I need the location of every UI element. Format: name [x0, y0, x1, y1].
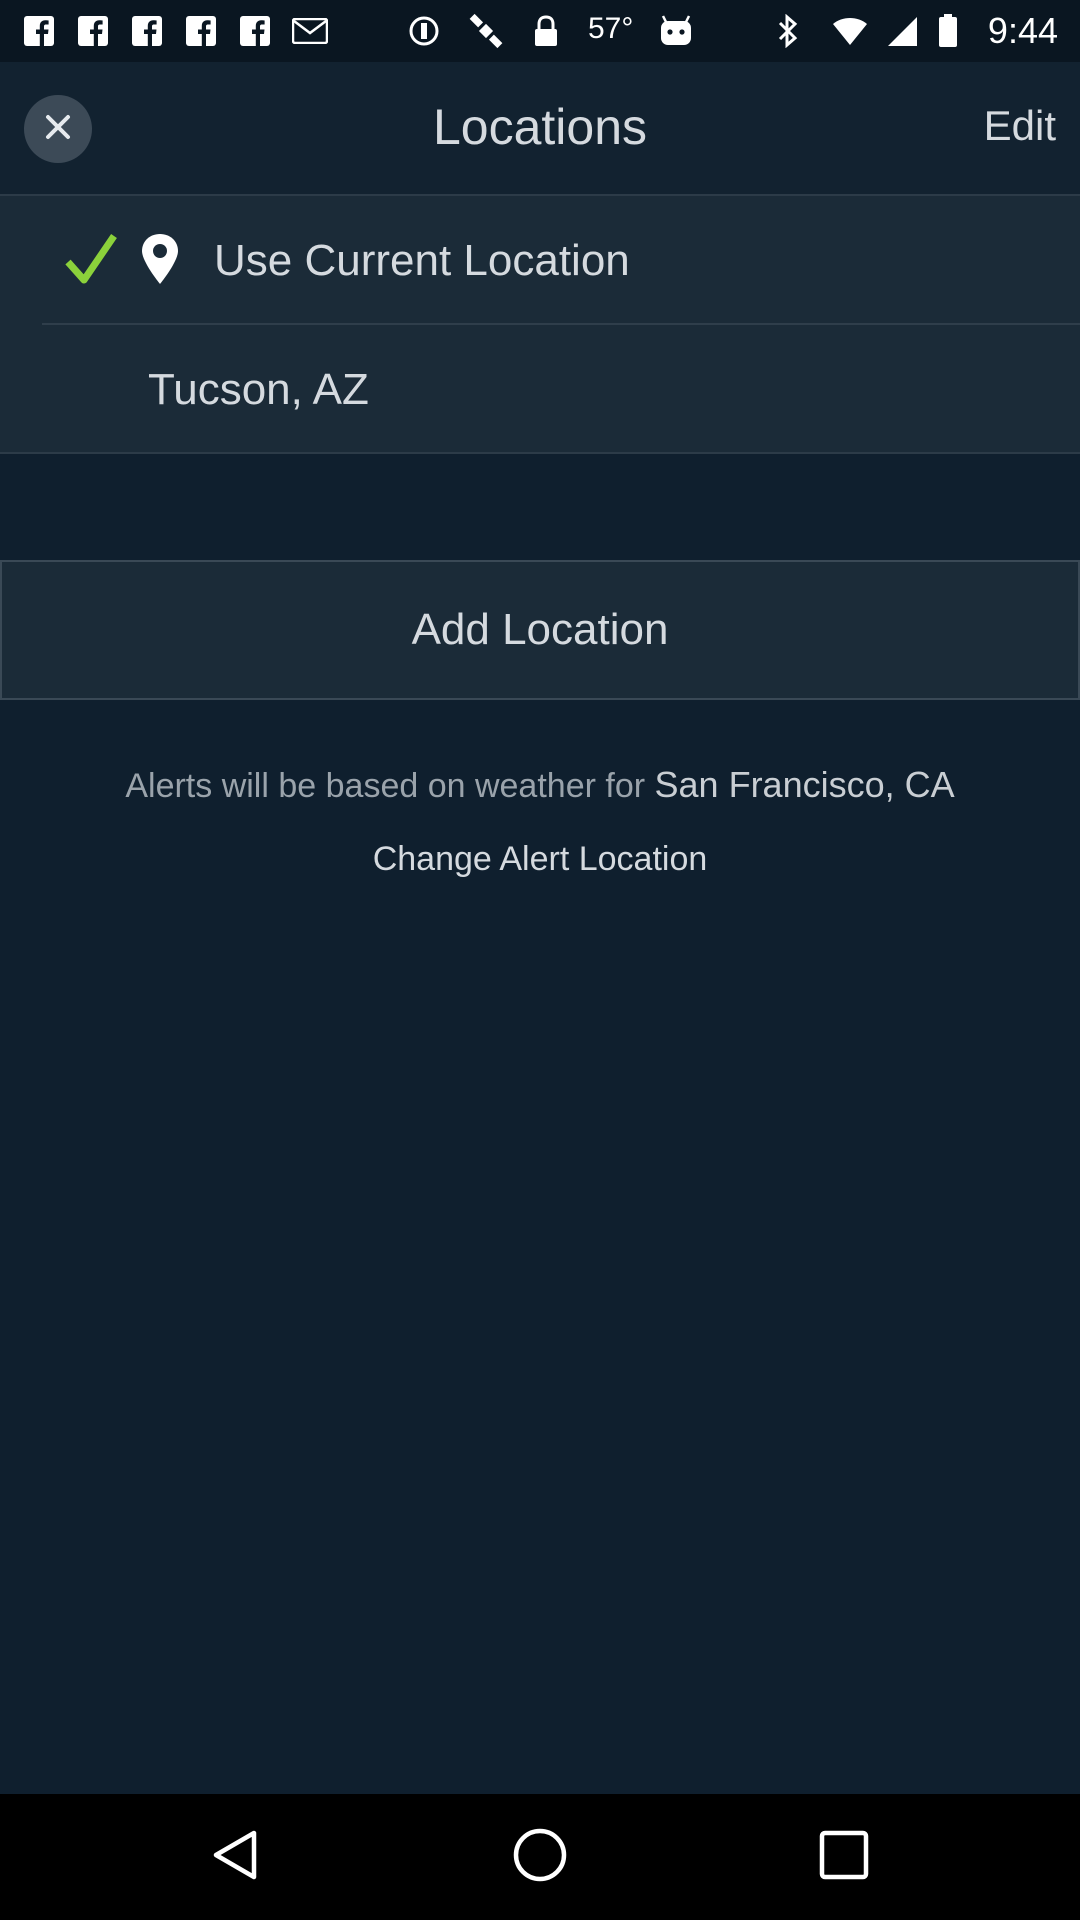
back-triangle-icon	[208, 1827, 264, 1888]
nav-recents-button[interactable]	[808, 1821, 880, 1893]
location-row-current[interactable]: Use Current Location	[42, 196, 1080, 325]
checkmark-icon	[64, 232, 118, 291]
locations-list: Use Current Location Tucson, AZ	[0, 196, 1080, 454]
blocked-icon	[406, 14, 442, 48]
wifi-icon	[832, 14, 868, 48]
status-time: 9:44	[987, 10, 1058, 51]
location-row-tucson[interactable]: Tucson, AZ	[0, 325, 1080, 452]
nav-back-button[interactable]	[200, 1821, 272, 1893]
navigation-bar	[0, 1794, 1080, 1920]
facebook-icon	[238, 14, 272, 48]
bluetooth-icon	[772, 14, 804, 48]
nav-home-button[interactable]	[504, 1821, 576, 1893]
location-label: Use Current Location	[214, 236, 630, 285]
facebook-icon	[130, 14, 164, 48]
header: Locations Edit	[0, 62, 1080, 196]
facebook-icon	[76, 14, 110, 48]
lock-icon	[530, 14, 562, 48]
location-label: Tucson, AZ	[148, 365, 369, 414]
facebook-icon	[184, 14, 218, 48]
recents-square-icon	[818, 1829, 870, 1886]
facebook-icon	[22, 14, 56, 48]
alerts-city: San Francisco, CA	[654, 764, 955, 805]
screen: 57° 9:44 Locations Edit Use Current Loca…	[0, 0, 1080, 1920]
signal-icon	[884, 14, 920, 48]
home-circle-icon	[511, 1826, 569, 1889]
satellite-icon	[466, 13, 506, 49]
add-location-button[interactable]: Add Location	[0, 560, 1080, 700]
email-icon	[292, 14, 328, 48]
status-bar: 57° 9:44	[0, 0, 1080, 62]
status-temperature: 57°	[588, 12, 634, 45]
android-icon	[656, 14, 696, 48]
alerts-message: Alerts will be based on weather for San …	[0, 764, 1080, 806]
page-title: Locations	[432, 99, 648, 155]
location-pin-icon	[140, 232, 180, 291]
change-alert-location-link[interactable]: Change Alert Location	[0, 840, 1080, 879]
battery-icon	[936, 14, 960, 48]
alerts-prefix: Alerts will be based on weather for	[125, 767, 655, 805]
edit-button[interactable]: Edit	[984, 102, 1056, 150]
